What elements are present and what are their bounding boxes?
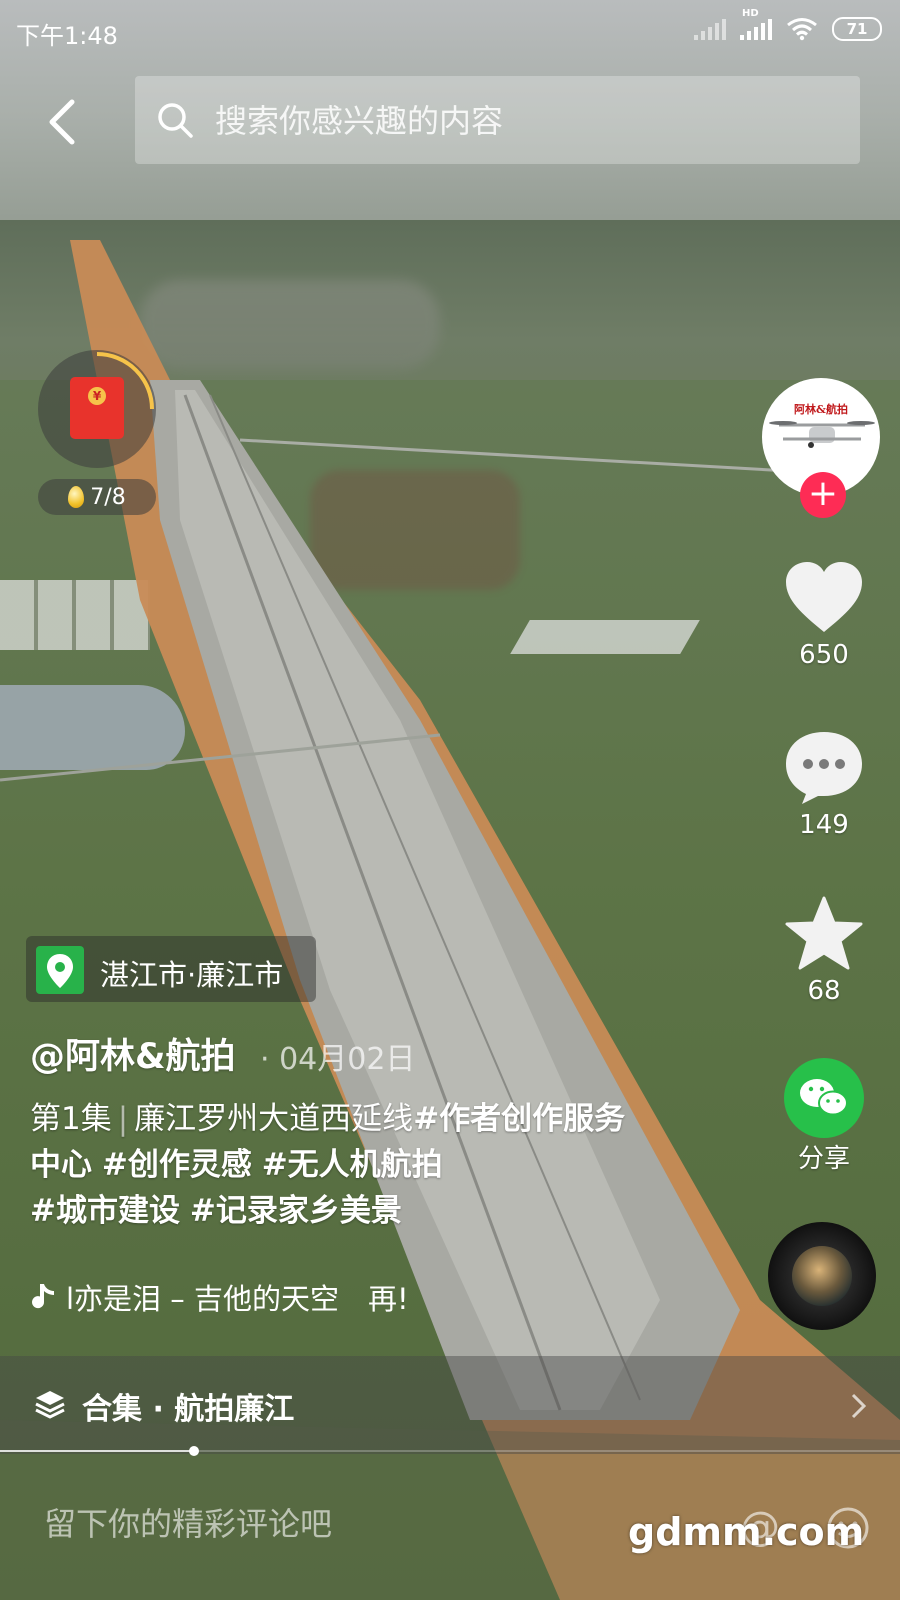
search-icon [158, 103, 193, 138]
comment-count: 149 [799, 810, 849, 840]
post-date: · 04月02日 [260, 1042, 416, 1077]
like-count: 650 [799, 640, 849, 670]
location-tag[interactable]: 湛江市·廉江市 [26, 936, 316, 1002]
comment-button[interactable]: 149 [770, 728, 878, 840]
battery-indicator: 71 [832, 17, 882, 41]
collection-label: 合集 · 航拍廉江 [82, 1392, 295, 1427]
yuan-coin-icon: ¥ [88, 387, 106, 405]
music-note-icon [32, 1284, 54, 1309]
video-progress-thumb[interactable] [188, 1446, 199, 1456]
status-bar: 下午1:48 HD 71 [0, 0, 900, 60]
music-title: l亦是泪 – 吉他的天空 再! [66, 1282, 409, 1316]
post-title: 廉江罗州大道西延线 [134, 1101, 414, 1137]
episode-label: 第1集 [30, 1101, 112, 1137]
coin-counter: 7/8 [38, 479, 156, 515]
search-input[interactable] [213, 98, 837, 144]
status-icons: HD 71 [694, 8, 882, 44]
red-packet-widget[interactable]: ¥ [38, 350, 156, 468]
hashtag[interactable]: #创作灵感 [102, 1147, 252, 1183]
signal-icon [694, 18, 726, 40]
hashtag[interactable]: #记录家乡美景 [190, 1193, 402, 1229]
watermark: gdmm.com [628, 1510, 865, 1554]
favorite-count: 68 [807, 976, 841, 1006]
hd-signal-icon: HD [740, 8, 772, 40]
star-icon [785, 896, 863, 970]
like-button[interactable]: 650 [770, 560, 878, 670]
author-name[interactable]: @阿林&航拍 [30, 1028, 236, 1079]
wechat-icon [784, 1058, 864, 1138]
search-bar[interactable] [135, 76, 860, 164]
comment-input[interactable] [42, 1498, 606, 1550]
music-info[interactable]: l亦是泪 – 吉他的天空 再! [30, 1276, 409, 1318]
post-caption: 第1集 | 廉江罗州大道西延线#作者创作服务中心 #创作灵感 #无人机航拍 #城市建设… [30, 1096, 650, 1234]
chevron-right-icon [851, 1393, 867, 1419]
hd-label: HD [742, 8, 759, 19]
hashtag[interactable]: #城市建设 [30, 1193, 180, 1229]
gold-egg-icon [68, 486, 85, 508]
music-cover-avatar [792, 1246, 852, 1306]
comment-bubble-icon [786, 732, 862, 804]
video-progress-fill [0, 1450, 194, 1452]
music-disc[interactable] [768, 1222, 876, 1330]
caption-separator: | [117, 1101, 129, 1137]
collection-bar[interactable]: 合集 · 航拍廉江 [0, 1356, 900, 1454]
video-progress-bar[interactable] [0, 1446, 900, 1456]
favorite-button[interactable]: 68 [770, 896, 878, 1006]
share-label: 分享 [797, 1144, 850, 1174]
coin-progress-text: 7/8 [90, 484, 126, 510]
layers-icon [35, 1391, 65, 1419]
hashtag[interactable]: #无人机航拍 [262, 1147, 443, 1183]
location-label: 湛江市·廉江市 [100, 958, 284, 992]
wifi-icon [787, 18, 817, 41]
share-button[interactable]: 分享 [770, 1058, 878, 1175]
follow-button[interactable]: + [800, 472, 846, 518]
location-pin-icon [36, 946, 84, 994]
back-arrow-icon[interactable] [44, 96, 84, 148]
red-envelope-icon: ¥ [70, 377, 124, 439]
heart-icon [786, 562, 862, 632]
status-time: 下午1:48 [16, 22, 118, 50]
